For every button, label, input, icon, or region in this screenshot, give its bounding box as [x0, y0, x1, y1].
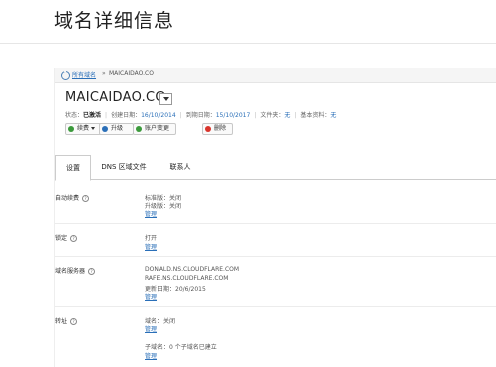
forwarding-label: 转址? — [55, 316, 78, 325]
nameserver-1: DONALD.NS.CLOUDFLARE.COM — [145, 266, 240, 273]
forwarding-manage-link[interactable]: 管理 — [145, 324, 157, 333]
expires-value[interactable]: 15/10/2017 — [216, 112, 251, 119]
delete-button[interactable]: 删除 — [202, 123, 233, 135]
breadcrumb-all-domains-link[interactable]: 所有域名 — [72, 70, 96, 79]
nameservers-label: 域名服务器? — [55, 266, 96, 275]
tab-dns-zone-file[interactable]: DNS 区域文件 — [90, 155, 158, 179]
title-divider — [0, 43, 496, 44]
domain-status-line: 状态：已激活 | 创建日期：16/10/2014 | 到期日期：15/10/2017 | 文… — [65, 112, 337, 119]
help-icon[interactable]: ? — [70, 318, 78, 325]
created-value: 16/10/2014 — [141, 112, 176, 119]
domain-name-heading: MAICAIDAO.CO — [65, 90, 166, 105]
row-divider — [55, 306, 496, 307]
breadcrumb-current: MAICAIDAO.CO — [109, 70, 154, 77]
tab-settings[interactable]: 设置 — [55, 155, 91, 181]
upgrade-icon — [102, 126, 108, 132]
breadcrumb-separator: » — [102, 70, 106, 77]
nameservers-manage-link[interactable]: 管理 — [145, 292, 157, 301]
breadcrumb: 所有域名 » MAICAIDAO.CO — [55, 68, 496, 83]
folder-label: 文件夹： — [260, 112, 285, 119]
tab-contacts[interactable]: 联系人 — [160, 155, 200, 179]
refresh-icon[interactable] — [61, 70, 70, 80]
profile-label: 基本资料： — [300, 112, 331, 119]
lock-manage-link[interactable]: 管理 — [145, 242, 157, 251]
account-change-button[interactable]: 账户变更 — [133, 123, 176, 135]
tabs-divider — [55, 179, 496, 180]
upgrade-button[interactable]: 升级 — [99, 123, 134, 135]
caret-down-icon — [163, 97, 169, 101]
help-icon[interactable]: ? — [88, 268, 96, 275]
auto-renew-manage-link[interactable]: 管理 — [145, 209, 157, 218]
nameserver-2: RAFE.NS.CLOUDFLARE.COM — [145, 275, 229, 282]
row-divider — [55, 256, 496, 257]
delete-icon — [205, 126, 211, 132]
transfer-icon — [136, 126, 142, 132]
forwarding-subdomain-status: 子域名：0 个子域名已建立 — [145, 344, 217, 351]
upgrade-label: 升级 — [111, 125, 124, 132]
delete-label: 删除 — [214, 125, 227, 132]
renew-label: 续费 — [77, 125, 90, 132]
renew-icon — [68, 126, 74, 132]
domain-dropdown-button[interactable] — [159, 93, 172, 105]
chevron-down-icon — [91, 127, 96, 130]
profile-value[interactable]: 无 — [330, 112, 336, 119]
row-divider — [55, 223, 496, 224]
help-icon[interactable]: ? — [82, 195, 90, 202]
lock-label: 锁定? — [55, 233, 78, 242]
lock-value: 打开 — [145, 235, 158, 242]
folder-value[interactable]: 无 — [284, 112, 290, 119]
page-title: 域名详细信息 — [54, 10, 175, 32]
account-change-label: 账户变更 — [145, 125, 170, 132]
expires-label: 到期日期： — [185, 112, 216, 119]
status-value: 已激活 — [83, 112, 102, 119]
auto-renew-label: 自动续费? — [55, 193, 90, 202]
status-label: 状态： — [65, 112, 84, 119]
subdomain-manage-link[interactable]: 管理 — [145, 351, 157, 360]
created-label: 创建日期： — [111, 112, 142, 119]
help-icon[interactable]: ? — [70, 235, 78, 242]
